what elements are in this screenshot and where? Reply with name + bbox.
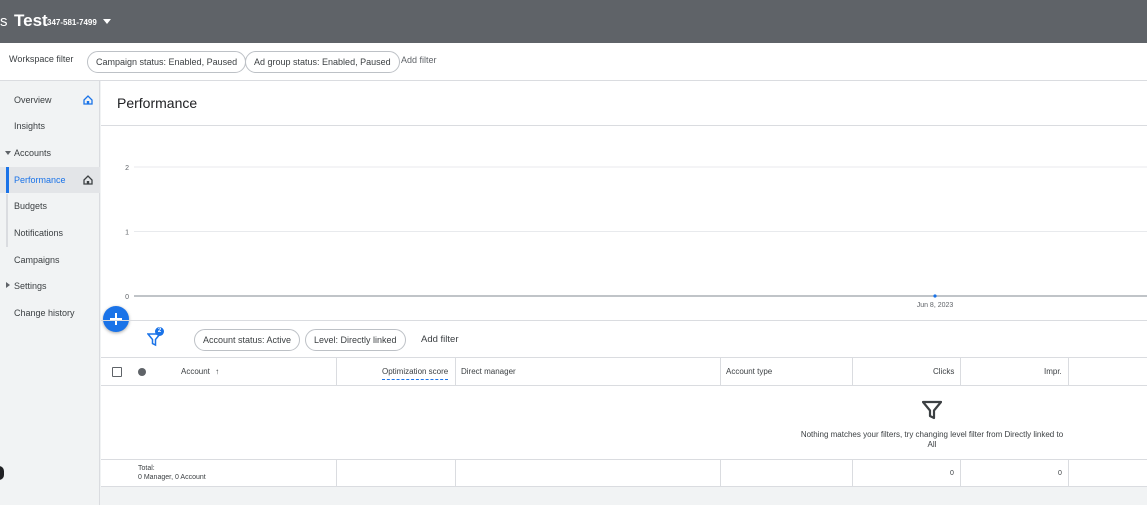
funnel-icon: [922, 400, 942, 420]
sidebar-item-performance[interactable]: Performance: [0, 167, 100, 193]
sidebar-item-label: Settings: [14, 281, 47, 291]
performance-chart: 2 1 0 Jun 8, 2023: [101, 127, 1147, 320]
sidebar-item-label: Insights: [14, 121, 46, 131]
sidebar-item-label: Performance: [14, 175, 66, 185]
column-divider: [455, 460, 456, 486]
sidebar: Overview Insights Accounts Performance B…: [0, 81, 100, 505]
sidebar-item-label: Campaigns: [14, 255, 60, 265]
sidebar-item-budgets[interactable]: Budgets: [0, 193, 100, 219]
column-divider: [960, 358, 961, 386]
total-summary: 0 Manager, 0 Account: [138, 474, 206, 481]
column-divider: [1068, 460, 1069, 486]
sidebar-item-label: Accounts: [14, 148, 52, 158]
sidebar-item-notifications[interactable]: Notifications: [0, 220, 100, 246]
empty-state: Nothing matches your filters, try changi…: [101, 386, 1147, 460]
column-account-label: Account: [181, 367, 210, 376]
total-title: Total:: [138, 465, 155, 472]
main-panel: Performance 2 1 0 Jun 8, 2023 2 Account sta…: [101, 81, 1147, 505]
expand-icon: [6, 282, 10, 288]
level-chip[interactable]: Level: Directly linked: [305, 329, 406, 351]
column-divider: [455, 358, 456, 386]
sidebar-item-settings[interactable]: Settings: [0, 273, 100, 299]
column-clicks[interactable]: Clicks: [933, 358, 954, 386]
account-dropdown-icon[interactable]: [103, 19, 111, 24]
select-all-checkbox[interactable]: [112, 367, 122, 377]
total-row: Total: 0 Manager, 0 Account 0 0: [101, 460, 1147, 487]
workspace-filter-bar: Workspace filter Campaign status: Enable…: [0, 43, 1147, 81]
column-divider: [336, 358, 337, 386]
filter-count-badge: 2: [155, 327, 164, 336]
x-tick-label: Jun 8, 2023: [917, 302, 954, 309]
sidebar-item-label: Overview: [14, 95, 52, 105]
page-title: Performance: [117, 95, 198, 111]
campaign-status-chip[interactable]: Campaign status: Enabled, Paused: [87, 51, 247, 73]
page-header: Performance: [101, 81, 1147, 126]
total-clicks: 0: [950, 470, 954, 477]
sidebar-item-campaigns[interactable]: Campaigns: [0, 247, 100, 273]
workspace-filter-label: Workspace filter: [9, 54, 74, 64]
account-id[interactable]: 347-581-7499: [47, 18, 97, 27]
sidebar-item-label: Budgets: [14, 201, 48, 211]
total-impressions: 0: [1058, 470, 1062, 477]
column-divider: [852, 460, 853, 486]
account-status-chip[interactable]: Account status: Active: [194, 329, 301, 351]
total-label: Total: 0 Manager, 0 Account: [138, 464, 206, 482]
column-divider: [720, 358, 721, 386]
account-title[interactable]: Test: [14, 11, 48, 31]
add-filter-button[interactable]: Add filter: [401, 55, 437, 65]
column-divider: [852, 358, 853, 386]
accounts-table: Account ↑ Optimization score Direct mana…: [101, 357, 1147, 487]
data-point[interactable]: [933, 294, 937, 298]
column-divider: [720, 460, 721, 486]
empty-message: Nothing matches your filters, try changi…: [800, 430, 1064, 449]
sort-ascending-icon[interactable]: ↑: [215, 367, 219, 376]
column-direct-manager[interactable]: Direct manager: [461, 358, 516, 386]
y-tick-label: 2: [125, 165, 129, 172]
expand-icon: [5, 151, 11, 155]
ad-group-status-chip[interactable]: Ad group status: Enabled, Paused: [245, 51, 400, 73]
footer-area: [101, 487, 1147, 505]
table-header: Account ↑ Optimization score Direct mana…: [101, 357, 1147, 386]
chart-svg: 2 1 0 Jun 8, 2023: [125, 165, 1147, 309]
sidebar-item-insights[interactable]: Insights: [0, 113, 100, 139]
top-bar: s Test 347-581-7499: [0, 0, 1147, 43]
home-icon: [83, 175, 93, 185]
add-table-filter-button[interactable]: Add filter: [421, 334, 459, 345]
column-optimization-score[interactable]: Optimization score: [382, 365, 449, 380]
column-divider: [1068, 358, 1069, 386]
sidebar-item-accounts[interactable]: Accounts: [0, 140, 100, 166]
y-tick-label: 0: [125, 294, 129, 301]
column-divider: [960, 460, 961, 486]
sidebar-item-overview[interactable]: Overview: [0, 87, 100, 113]
column-account-type[interactable]: Account type: [726, 358, 772, 386]
column-divider: [336, 460, 337, 486]
sidebar-item-label: Notifications: [14, 228, 64, 238]
app-name-fragment: s: [0, 13, 8, 30]
table-filter-bar: 2 Account status: Active Level: Directly…: [101, 320, 1147, 358]
column-impressions[interactable]: Impr.: [1044, 358, 1062, 386]
home-icon: [83, 95, 93, 105]
column-account[interactable]: Account ↑: [181, 358, 219, 386]
y-tick-label: 1: [125, 230, 129, 237]
sidebar-item-label: Change history: [14, 308, 75, 318]
status-dot-icon: [138, 368, 146, 376]
sidebar-item-change-history[interactable]: Change history: [0, 300, 100, 326]
